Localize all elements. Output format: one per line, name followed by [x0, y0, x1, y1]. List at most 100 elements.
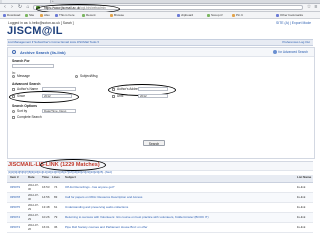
pagination[interactable]: [1][2][3][4][5][6][7][8][9][10][11][12][… [8, 171, 112, 174]
site-links[interactable]: SITE (A) | Export Mode [276, 21, 311, 25]
item-number[interactable]: 035075 [10, 205, 20, 210]
bookmark-icon [232, 13, 235, 17]
complete-search-label: Complete Search [17, 115, 42, 119]
row-lines: 79 [54, 215, 58, 219]
row-list: lis-link [297, 205, 306, 209]
row-subject[interactable]: Off-list Recordings - has anyone got? [65, 185, 114, 190]
browser-tab[interactable] [2, 0, 51, 3]
star-icon[interactable]: ☆ [306, 5, 312, 10]
row-lines: 74 [54, 185, 58, 189]
until-label: Until [117, 94, 124, 98]
menu-icon[interactable]: ≡ [313, 5, 319, 10]
table-row[interactable]: 035078 2012-07-30 14:56 83 Call for pape… [7, 193, 313, 203]
column-header[interactable]: List Name [297, 176, 311, 179]
row-time: 16:53 [42, 185, 50, 189]
forward-icon[interactable]: › [9, 5, 15, 10]
annotation-oval-matches [40, 159, 106, 171]
folder-icon [276, 13, 279, 17]
sort-label: Sort by [17, 109, 28, 113]
search-for-heading: Search For [12, 59, 30, 63]
page-title: Archive Search (lis-link) [20, 50, 66, 55]
message-radio[interactable] [12, 75, 15, 78]
bookmark-icon [55, 13, 58, 17]
row-list: lis-link [297, 185, 306, 189]
row-date: 2012-07-30 [28, 194, 39, 201]
row-list: lis-link [297, 225, 306, 229]
complete-search-checkbox[interactable] [12, 116, 15, 119]
home-icon[interactable]: ⌂ [25, 5, 31, 10]
row-time: 14:56 [42, 195, 50, 199]
row-subject[interactable]: Returning to success with Volunteers: IL… [65, 215, 209, 220]
reload-icon[interactable]: ↻ [17, 5, 23, 10]
column-header[interactable]: Item # [10, 176, 19, 179]
row-subject[interactable]: Call for papers on RDA: Resource Descrip… [65, 195, 142, 200]
row-date: 2012-07-30 [28, 184, 39, 191]
message-option-label: Message [17, 74, 30, 78]
bookmark-icon [207, 13, 210, 17]
table-row[interactable]: 035075 2012-07-29 13:48 61 Understanding… [7, 203, 313, 213]
author-name-checkbox[interactable] [12, 88, 15, 91]
bookmark-item[interactable]: Also [40, 13, 50, 17]
bookmark-folder[interactable]: Other bookmarks [276, 13, 303, 17]
back-icon[interactable]: ‹ [2, 5, 8, 10]
subject-radio[interactable] [75, 75, 78, 78]
search-options-heading: Search Options [12, 104, 38, 108]
column-header[interactable]: Time [42, 176, 49, 179]
row-date: 2012-07-29 [28, 204, 39, 211]
row-time: 16:01 [42, 225, 50, 229]
bookmark-item[interactable]: This is here [55, 13, 75, 17]
bookmark-item[interactable]: Pin It [232, 13, 243, 17]
jiscmail-logo[interactable]: JISCM@IL [7, 26, 63, 37]
bookmark-item[interactable]: Recent [82, 13, 96, 17]
until-checkbox[interactable] [112, 95, 115, 98]
row-list: lis-link [297, 195, 306, 199]
row-lines: 61 [54, 205, 58, 209]
bookmark-icon [25, 13, 28, 17]
row-date: 2012-07-26 [28, 224, 39, 231]
sort-radio[interactable] [12, 110, 15, 113]
row-lines: 83 [54, 195, 58, 199]
annotation-oval-since [9, 91, 79, 103]
item-number[interactable]: 035079 [10, 185, 20, 190]
bookmark-item[interactable]: clipboard [177, 13, 193, 17]
browser-window: + ‹ › ↻ ⌂ https://www.jiscmail.ac.uk/cgi… [0, 0, 320, 240]
subject-option-label: Subject/Msg [80, 74, 98, 78]
bookmark-item[interactable]: Scoop.it! [207, 13, 223, 17]
search-for-input[interactable] [12, 64, 54, 68]
sort-select[interactable]: Date/Time, Desc. [42, 109, 76, 113]
bookmark-icon [3, 13, 6, 17]
row-date: 2012-07-29 [28, 214, 39, 221]
bookmark-item[interactable]: Browse [110, 13, 124, 17]
column-header[interactable]: Date [28, 176, 35, 179]
help-icon[interactable] [273, 50, 277, 54]
column-header[interactable]: Subject [65, 176, 76, 179]
table-header: Item # Date Time Lines Subject List Name [7, 175, 313, 183]
row-time: 10:26 [42, 215, 50, 219]
item-number[interactable]: 035074 [10, 215, 20, 220]
item-number[interactable]: 035073 [10, 225, 20, 230]
main-nav[interactable]: List Management ▾ Subscriber's Corner Em… [8, 40, 99, 44]
until-input[interactable]: 2012 [138, 94, 168, 98]
preferences-logout-links[interactable]: Preferences Log Out [282, 40, 310, 44]
bookmark-icon [110, 13, 113, 17]
bookmark-icon [40, 13, 43, 17]
advanced-search-heading: Advanced Search [12, 82, 41, 86]
bookmark-item[interactable]: Site [25, 13, 34, 17]
item-number[interactable]: 035078 [10, 195, 20, 200]
search-button[interactable]: Search [143, 140, 165, 146]
bookmark-icon [82, 13, 85, 17]
table-row[interactable]: 035074 2012-07-29 10:26 79 Returning to … [7, 213, 313, 223]
table-row[interactable]: 035079 2012-07-30 16:53 74 Off-list Reco… [7, 183, 313, 193]
row-time: 13:48 [42, 205, 50, 209]
search-icon [12, 50, 16, 54]
row-subject[interactable]: Pipe Roll Society courses and Parliament… [65, 225, 148, 230]
bookmark-item[interactable]: Download [3, 13, 20, 17]
bookmark-icon [177, 13, 180, 17]
column-header[interactable]: Lines [52, 176, 60, 179]
new-tab-button[interactable]: + [52, 0, 54, 3]
row-subject[interactable]: Understanding and preserving audio colle… [65, 205, 128, 210]
row-list: lis-link [297, 215, 306, 219]
help-link[interactable]: for Advanced Search [278, 50, 308, 54]
row-lines: 36 [54, 225, 58, 229]
table-row[interactable]: 035073 2012-07-26 16:01 36 Pipe Roll Soc… [7, 223, 313, 233]
